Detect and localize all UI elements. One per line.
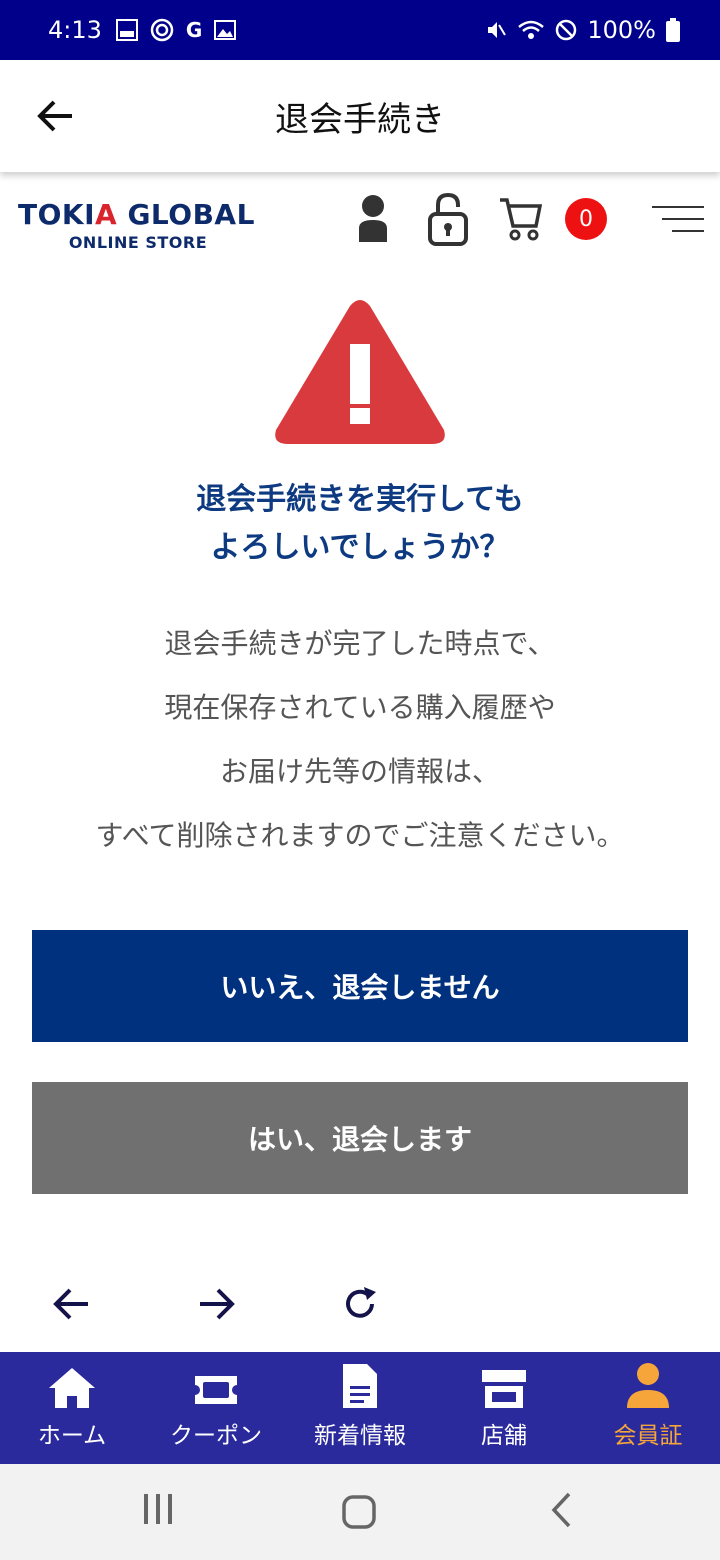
confirm-heading: 退会手続きを実行しても よろしいでしょうか？: [196, 482, 524, 565]
tab-coupon[interactable]: クーポン: [144, 1352, 288, 1464]
browser-back-icon[interactable]: [52, 1284, 92, 1324]
app-bar: 退会手続き: [0, 60, 720, 172]
lock-open-icon[interactable]: [426, 192, 470, 246]
store-icon: [482, 1370, 526, 1408]
document-icon: [343, 1364, 377, 1408]
logo-main: TOKIA GLOBAL: [18, 198, 255, 231]
store-logo[interactable]: TOKIA GLOBAL ONLINE STORE: [18, 198, 268, 252]
logo-sub: ONLINE STORE: [68, 233, 208, 252]
account-icon[interactable]: [356, 194, 390, 242]
battery-level: 100%: [587, 16, 656, 44]
ticket-icon: [195, 1376, 237, 1404]
dnd-icon: [556, 19, 577, 41]
person-icon: [627, 1363, 669, 1408]
browser-forward-icon[interactable]: [196, 1284, 236, 1324]
cancel-withdrawal-button[interactable]: いいえ、退会しません: [32, 930, 688, 1042]
site-header: TOKIA GLOBAL ONLINE STORE: [0, 172, 720, 272]
system-nav-bar: [0, 1464, 720, 1560]
recent-apps-icon[interactable]: [142, 1492, 174, 1526]
status-time: 4:13: [48, 16, 102, 44]
tab-home[interactable]: ホーム: [0, 1352, 144, 1464]
page-title: 退会手続き: [275, 99, 445, 140]
cart-count-badge: 0: [565, 198, 607, 240]
reload-icon[interactable]: [340, 1284, 380, 1324]
status-bar: 4:13 G 100%: [0, 0, 720, 60]
warning-icon: [275, 300, 445, 444]
confirm-message: 退会手続きが完了した時点で、 現在保存されている購入履歴や お届け先等の情報は、…: [95, 627, 625, 852]
life-icon: [115, 19, 138, 41]
back-arrow-icon[interactable]: [34, 94, 78, 138]
battery-icon: [666, 18, 680, 42]
tab-member-card[interactable]: 会員証: [576, 1352, 720, 1464]
wifi-icon: [518, 20, 545, 39]
status-right: 100%: [485, 16, 680, 44]
home-button-icon[interactable]: [341, 1494, 377, 1530]
tab-store[interactable]: 店舗: [432, 1352, 576, 1464]
google-icon: G: [185, 18, 203, 42]
menu-icon[interactable]: [652, 204, 704, 234]
image-icon: [214, 20, 237, 40]
tab-news[interactable]: 新着情報: [288, 1352, 432, 1464]
notification-icons: G: [115, 18, 237, 42]
confirm-withdrawal-button[interactable]: はい、退会します: [32, 1082, 688, 1194]
target-icon: [150, 18, 174, 42]
system-back-icon[interactable]: [550, 1492, 572, 1528]
cart-icon[interactable]: [498, 196, 542, 242]
bottom-tab-bar: ホーム クーポン 新着情報 店舗 会員証: [0, 1352, 720, 1464]
home-icon: [49, 1368, 95, 1408]
mute-icon: [488, 22, 507, 38]
